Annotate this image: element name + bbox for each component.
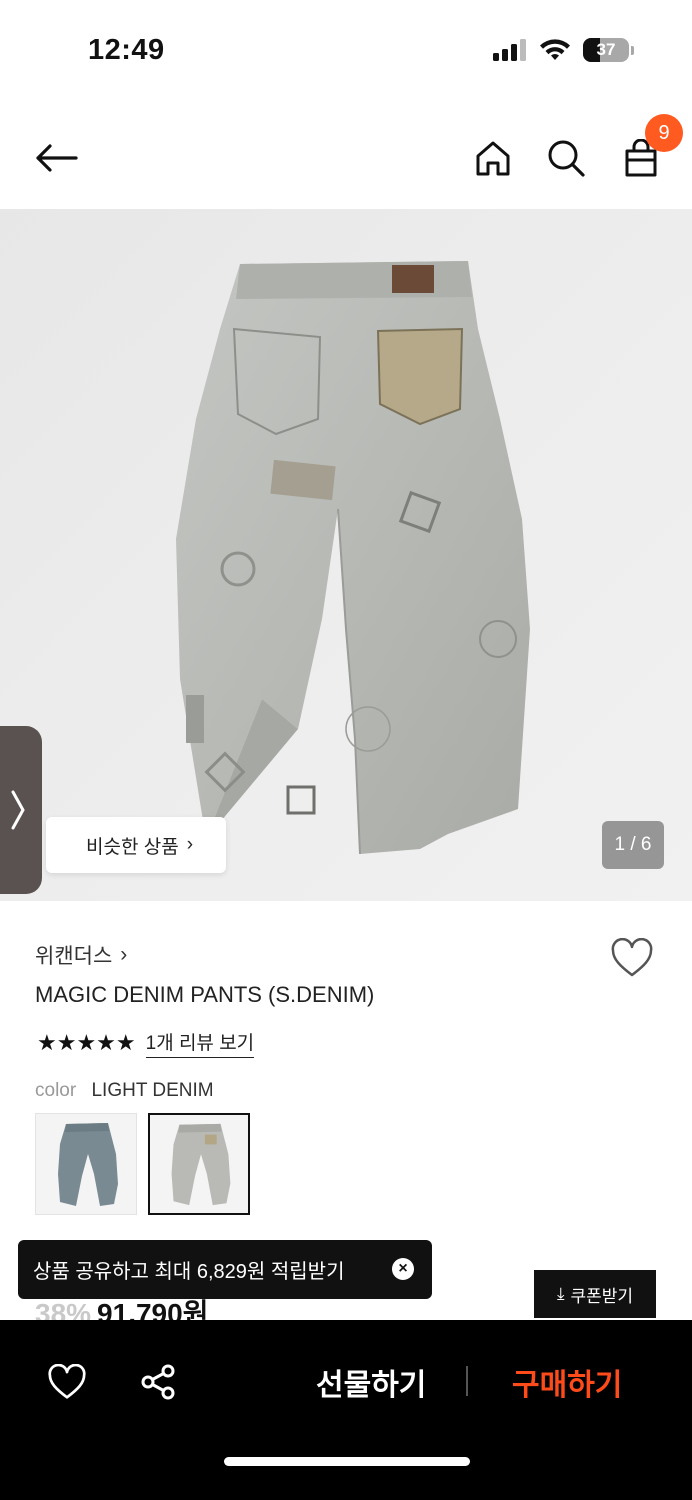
signal-icon: [493, 39, 526, 61]
battery-indicator: 37: [583, 38, 629, 62]
image-page-indicator: 1 / 6: [602, 821, 664, 869]
side-drawer-tab[interactable]: [0, 726, 42, 894]
bottom-wishlist-button[interactable]: [45, 1360, 89, 1404]
share-button[interactable]: [136, 1360, 180, 1404]
wifi-icon: [540, 39, 570, 60]
swatch-image: [58, 1123, 118, 1206]
heart-icon: [48, 1364, 86, 1399]
top-navigation: 9: [0, 110, 692, 206]
heart-icon: [611, 937, 653, 977]
product-image-carousel[interactable]: [0, 209, 692, 901]
chevron-right-icon: [11, 790, 25, 830]
status-icons: 37: [493, 38, 634, 62]
color-value: LIGHT DENIM: [91, 1080, 214, 1101]
cart-button[interactable]: 9: [617, 114, 683, 182]
review-link[interactable]: 1개 리뷰 보기: [145, 1028, 255, 1058]
home-icon: [476, 141, 510, 176]
search-icon: [548, 140, 585, 177]
coupon-download-button[interactable]: ⤓ 쿠폰받기: [534, 1270, 656, 1318]
close-icon[interactable]: ×: [392, 1258, 414, 1280]
wishlist-button[interactable]: [610, 937, 654, 978]
coupon-label: 쿠폰받기: [570, 1286, 634, 1306]
brand-link[interactable]: 위캔더스 ›: [35, 940, 127, 970]
bottom-action-bar: 선물하기 구매하기: [0, 1320, 692, 1500]
share-reward-toast: 상품 공유하고 최대 6,829원 적립받기 ×: [18, 1240, 432, 1299]
share-icon: [141, 1364, 175, 1400]
rating-row: ★★★★★ 1개 리뷰 보기: [37, 1028, 255, 1058]
divider: [466, 1366, 468, 1396]
color-swatch-option-selected[interactable]: [148, 1113, 250, 1215]
status-time: 12:49: [88, 34, 165, 66]
download-icon: ⤓: [556, 1284, 565, 1303]
similar-products-button[interactable]: 비슷한 상품 ›: [46, 817, 226, 873]
search-button[interactable]: [542, 134, 590, 182]
back-button[interactable]: [32, 134, 80, 182]
buy-button[interactable]: 구매하기: [512, 1360, 622, 1404]
home-button[interactable]: [469, 134, 517, 182]
rating-stars: ★★★★★: [37, 1030, 136, 1055]
color-swatch-option[interactable]: [35, 1113, 137, 1215]
home-indicator: [224, 1457, 470, 1466]
back-arrow-icon: [36, 144, 78, 172]
swatch-image: [171, 1123, 231, 1206]
product-image: [176, 261, 530, 855]
color-row: color LIGHT DENIM: [35, 1080, 214, 1102]
product-name: MAGIC DENIM PANTS (S.DENIM): [35, 982, 375, 1007]
cart-count-badge: 9: [645, 114, 683, 152]
toast-text: 상품 공유하고 최대 6,829원 적립받기: [33, 1261, 345, 1283]
chevron-right-icon: ›: [186, 834, 194, 855]
gift-button[interactable]: 선물하기: [316, 1360, 426, 1404]
status-bar: 12:49 37: [0, 0, 692, 100]
color-label: color: [35, 1080, 77, 1101]
brand-name: 위캔더스: [35, 945, 113, 968]
similar-products-label: 비슷한 상품: [86, 836, 179, 858]
chevron-right-icon: ›: [120, 943, 128, 966]
